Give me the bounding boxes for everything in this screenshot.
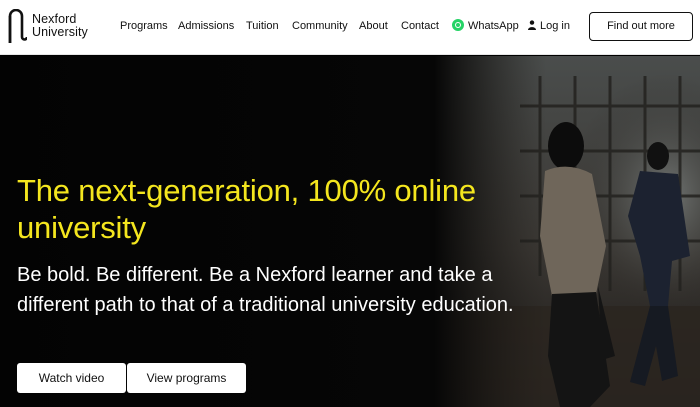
watch-video-button[interactable]: Watch video <box>17 363 126 393</box>
view-programs-button[interactable]: View programs <box>127 363 246 393</box>
nexford-n-logo-icon <box>8 9 27 43</box>
find-out-more-button[interactable]: Find out more <box>589 12 693 41</box>
nav-item-tuition[interactable]: Tuition <box>246 19 279 33</box>
brand-name-line2: University <box>32 24 88 39</box>
hero-subtitle: Be bold. Be different. Be a Nexford lear… <box>17 264 514 316</box>
nav-item-community[interactable]: Community <box>292 19 348 33</box>
nav-item-contact[interactable]: Contact <box>401 19 439 33</box>
brand-name-line1: Nexford <box>32 12 77 26</box>
site-header: Nexford University Programs Admissions T… <box>0 0 700 55</box>
nav-item-login[interactable]: Log in <box>528 19 570 33</box>
brand-name: Nexford University <box>32 13 88 38</box>
nav-item-login-label: Log in <box>540 20 570 32</box>
nav-item-admissions[interactable]: Admissions <box>178 19 234 33</box>
user-icon <box>528 20 536 31</box>
nav-item-whatsapp[interactable]: WhatsApp <box>452 19 519 33</box>
hero-title: The next-generation, 100% online univers… <box>17 173 476 245</box>
hero-section: The next-generation, 100% online univers… <box>0 56 700 407</box>
nav-item-about[interactable]: About <box>359 19 388 33</box>
nav-item-whatsapp-label: WhatsApp <box>468 20 519 32</box>
whatsapp-icon <box>452 19 464 32</box>
brand-logo[interactable]: Nexford University <box>7 9 102 45</box>
nav-item-programs[interactable]: Programs <box>120 19 168 33</box>
